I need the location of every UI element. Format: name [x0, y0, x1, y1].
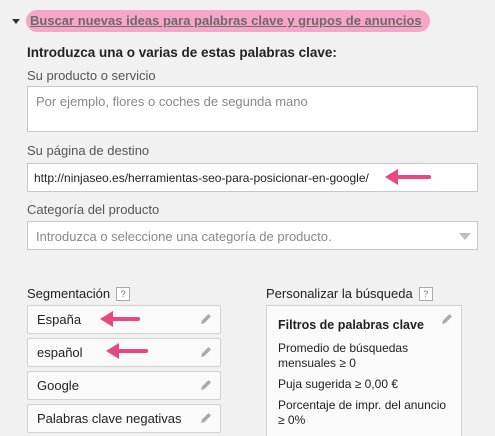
filter-line: Promedio de búsquedas mensuales ≥ 0 [278, 341, 409, 370]
annotation-arrow-language [106, 343, 148, 359]
filters-title: Filtros de palabras clave [278, 318, 424, 332]
filter-line: Porcentaje de impr. del anuncio ≥ 0% [278, 398, 447, 427]
targeting-item-label: Palabras clave negativas [37, 411, 182, 426]
pencil-icon[interactable] [199, 411, 213, 425]
form-heading: Introduzca una o varias de estas palabra… [27, 45, 337, 60]
customize-label: Personalizar la búsqueda [266, 286, 413, 301]
targeting-header: Segmentación? [27, 286, 131, 301]
targeting-item-network[interactable]: Google [27, 371, 221, 400]
section-title-link[interactable]: Buscar nuevas ideas para palabras clave … [26, 10, 430, 32]
customize-header: Personalizar la búsqueda? [266, 286, 433, 301]
category-select[interactable]: Introduzca o seleccione una categoría de… [27, 221, 478, 250]
landing-page-value: http://ninjaseo.es/herramientas-seo-para… [34, 171, 369, 185]
pencil-icon[interactable] [199, 378, 213, 392]
keyword-filters-panel[interactable]: Filtros de palabras clave Promedio de bú… [266, 305, 462, 436]
annotation-arrow-landing [385, 169, 431, 185]
targeting-label: Segmentación [27, 286, 111, 301]
filter-line: Puja sugerida ≥ 0,00 € [278, 377, 398, 391]
pencil-icon[interactable] [199, 312, 213, 326]
dropdown-arrow-icon[interactable] [459, 233, 471, 240]
product-placeholder: Por ejemplo, flores o coches de segunda … [36, 94, 308, 109]
category-placeholder: Introduzca o seleccione una categoría de… [36, 229, 332, 244]
section-header[interactable]: Buscar nuevas ideas para palabras clave … [12, 10, 430, 32]
product-label: Su producto o servicio [27, 68, 156, 83]
targeting-item-label: español [37, 345, 83, 360]
annotation-arrow-location [100, 311, 140, 327]
landing-label: Su página de destino [27, 143, 150, 158]
caret-down-icon[interactable] [12, 18, 20, 24]
targeting-item-label: España [37, 312, 82, 327]
help-icon[interactable]: ? [116, 287, 131, 301]
help-icon[interactable]: ? [418, 287, 433, 301]
targeting-item-label: Google [37, 378, 79, 393]
category-label: Categoría del producto [27, 202, 160, 217]
product-input[interactable]: Por ejemplo, flores o coches de segunda … [27, 86, 478, 132]
targeting-item-negative-keywords[interactable]: Palabras clave negativas [27, 404, 221, 433]
pencil-icon[interactable] [440, 312, 454, 326]
pencil-icon[interactable] [199, 345, 213, 359]
